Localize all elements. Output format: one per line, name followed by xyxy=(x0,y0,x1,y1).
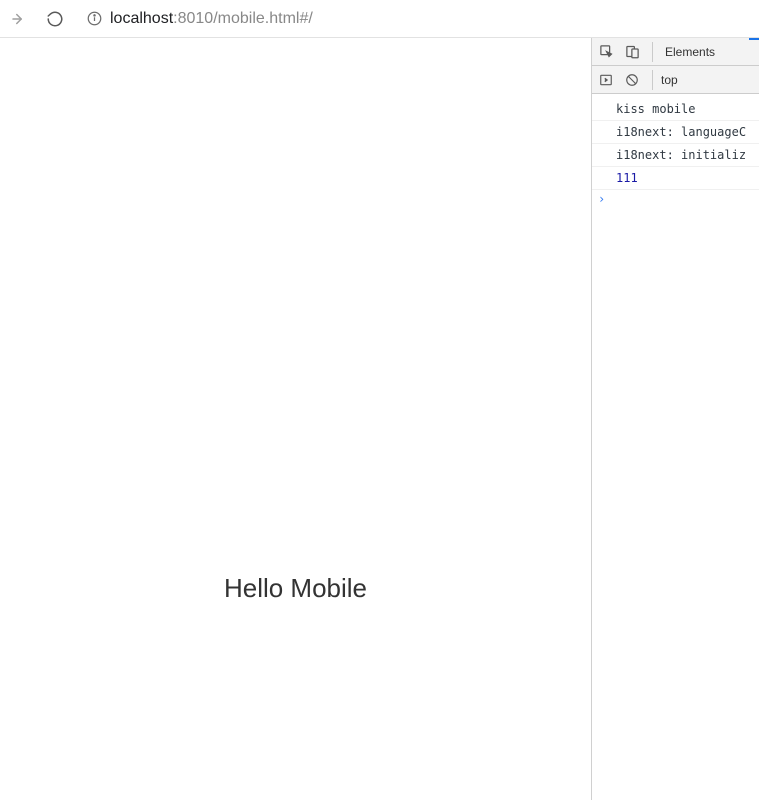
console-log-line: i18next: languageC xyxy=(592,121,759,144)
url-path: :8010/mobile.html#/ xyxy=(173,10,313,27)
reload-icon[interactable] xyxy=(46,10,64,28)
tab-separator xyxy=(652,42,653,62)
page-content: Hello Mobile xyxy=(0,38,591,800)
console-log-line: 111 xyxy=(592,167,759,190)
address-bar[interactable]: localhost:8010/mobile.html#/ xyxy=(80,5,749,33)
url-host: localhost xyxy=(110,10,173,27)
browser-toolbar: localhost:8010/mobile.html#/ xyxy=(0,0,759,38)
clear-console-icon[interactable] xyxy=(624,72,640,88)
forward-icon[interactable] xyxy=(10,10,28,28)
execution-context-selector[interactable]: top xyxy=(661,73,678,87)
page-title: Hello Mobile xyxy=(0,573,591,604)
console-separator xyxy=(652,70,653,90)
console-output: kiss mobile i18next: languageC i18next: … xyxy=(592,94,759,800)
devtools-panel: Elements top kiss mobile i18next: lang xyxy=(591,38,759,800)
toggle-device-toolbar-icon[interactable] xyxy=(624,44,640,60)
console-log-line: i18next: initializ xyxy=(592,144,759,167)
console-log-line: kiss mobile xyxy=(592,98,759,121)
console-prompt[interactable]: › xyxy=(592,190,759,208)
inspect-element-icon[interactable] xyxy=(598,44,614,60)
tab-elements[interactable]: Elements xyxy=(665,45,715,59)
chevron-right-icon: › xyxy=(598,192,605,206)
site-info-icon[interactable] xyxy=(86,11,102,27)
devtools-tabbar: Elements xyxy=(592,38,759,66)
active-tab-indicator xyxy=(749,38,759,40)
url-text: localhost:8010/mobile.html#/ xyxy=(110,10,313,28)
console-sidebar-toggle-icon[interactable] xyxy=(598,72,614,88)
console-toolbar: top xyxy=(592,66,759,94)
browser-body: Hello Mobile Elements xyxy=(0,38,759,800)
